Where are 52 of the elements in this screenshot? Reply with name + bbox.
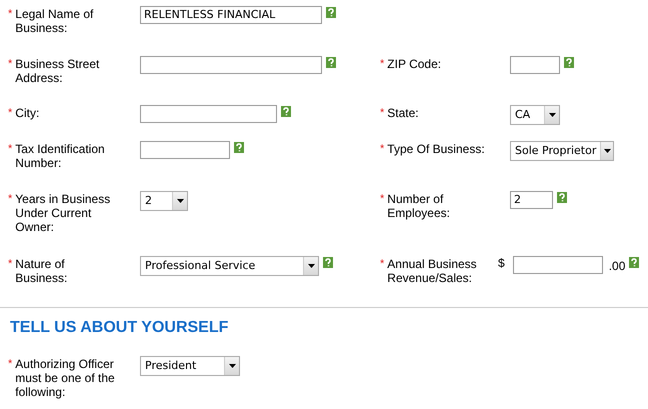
caret-icon <box>308 264 314 268</box>
text-field[interactable] <box>140 56 322 74</box>
currency-sign: $ <box>498 256 505 270</box>
field-label: Annual Business Revenue/Sales: <box>387 257 478 285</box>
text-field[interactable] <box>512 256 603 274</box>
text-field[interactable]: RELENTLESS FINANCIAL <box>140 6 322 24</box>
required-mark: * <box>380 106 384 120</box>
required-mark: * <box>380 192 384 207</box>
field-label: Nature of Business: <box>15 257 68 285</box>
help-icon[interactable] <box>326 7 336 18</box>
field-label: State: <box>387 106 420 120</box>
help-icon[interactable] <box>564 57 574 68</box>
decimal-suffix: .00 <box>608 258 626 275</box>
field-label: Tax Identification Number: <box>15 142 106 170</box>
field-label: ZIP Code: <box>387 57 442 71</box>
help-icon[interactable] <box>326 57 336 68</box>
help-icon[interactable] <box>281 106 291 117</box>
text-field[interactable] <box>140 105 277 123</box>
required-mark: * <box>380 257 384 272</box>
text-field[interactable]: 2 <box>510 191 553 209</box>
required-mark: * <box>380 142 384 156</box>
caret-icon <box>548 113 556 117</box>
field-label: Business Street Address: <box>15 57 100 85</box>
field-label: Type Of Business: <box>387 142 486 156</box>
section-heading: TELL US ABOUT YOURSELF <box>10 319 230 337</box>
help-icon[interactable] <box>629 257 640 268</box>
required-mark: * <box>8 257 12 272</box>
required-mark: * <box>8 7 12 22</box>
required-mark: * <box>8 192 12 207</box>
dropdown[interactable]: President <box>140 356 240 376</box>
required-mark: * <box>380 57 384 71</box>
field-label: Legal Name of Business: <box>15 7 94 35</box>
help-icon[interactable] <box>234 142 244 153</box>
dropdown[interactable]: 2 <box>140 191 188 211</box>
help-icon[interactable] <box>557 192 567 203</box>
dropdown[interactable]: Professional Service <box>140 256 319 276</box>
required-mark: * <box>8 57 12 72</box>
caret-icon <box>176 199 184 203</box>
text-field[interactable] <box>510 56 560 74</box>
required-mark: * <box>8 142 12 157</box>
field-label: Years in Business Under Current Owner: <box>15 192 112 234</box>
field-label: Number of Employees: <box>387 192 451 220</box>
field-label: Authorizing Officer must be one of the following: <box>15 357 116 399</box>
text-field[interactable] <box>140 141 230 159</box>
required-mark: * <box>8 357 12 372</box>
caret-icon <box>604 149 611 153</box>
required-mark: * <box>8 106 12 120</box>
caret-icon <box>228 364 236 368</box>
dropdown[interactable]: CA <box>510 105 560 125</box>
field-label: City: <box>15 106 40 120</box>
help-icon[interactable] <box>323 257 333 268</box>
dropdown[interactable]: Sole Proprietor <box>510 141 614 161</box>
